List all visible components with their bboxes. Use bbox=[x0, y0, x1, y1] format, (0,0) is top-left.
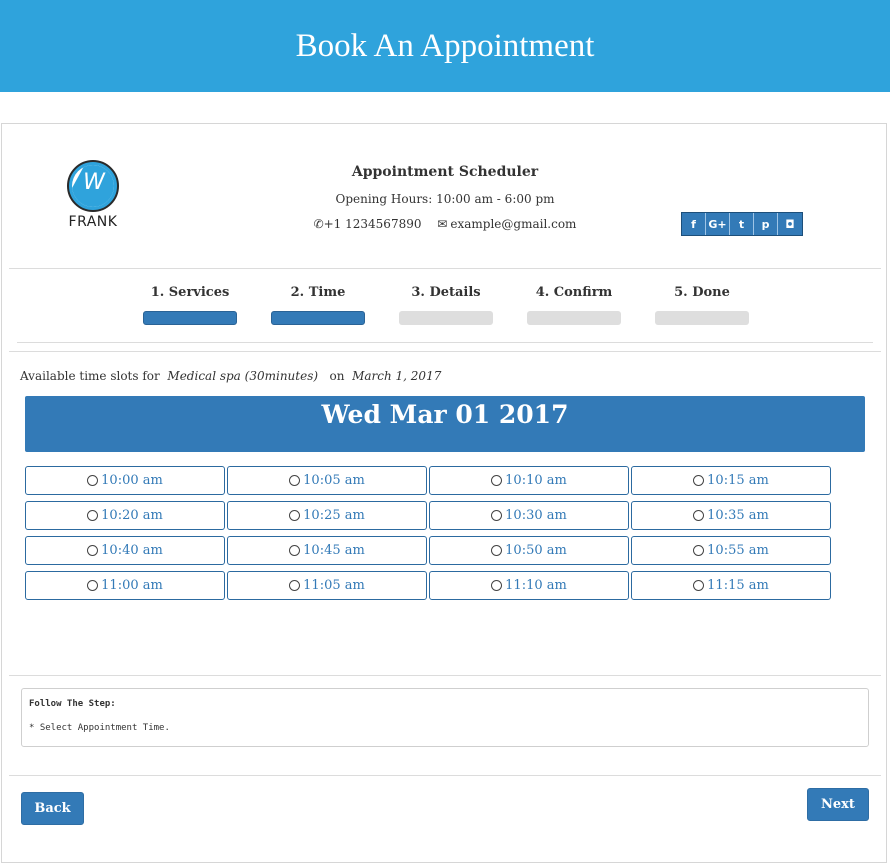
instructions-heading: Follow The Step: bbox=[29, 699, 116, 709]
radio-icon bbox=[289, 580, 301, 591]
radio-icon bbox=[693, 510, 705, 521]
step-label: 3. Details bbox=[411, 285, 481, 300]
radio-icon bbox=[693, 545, 705, 556]
time-slot[interactable]: 10:45 am bbox=[227, 536, 427, 565]
time-slot[interactable]: 11:10 am bbox=[429, 571, 629, 600]
social-links: f G+ t p ◘ bbox=[681, 212, 803, 236]
radio-icon bbox=[693, 580, 705, 591]
instructions-box: Follow The Step: * Select Appointment Ti… bbox=[21, 688, 869, 747]
selected-date: March 1, 2017 bbox=[352, 369, 442, 383]
brand-name: FRANK bbox=[68, 214, 118, 230]
email: ✉ example@gmail.com bbox=[437, 217, 577, 231]
instagram-icon[interactable]: ◘ bbox=[778, 213, 802, 235]
business-logo: W FRANK bbox=[64, 160, 122, 230]
time-slot[interactable]: 10:10 am bbox=[429, 466, 629, 495]
logo-mark: W bbox=[83, 170, 105, 195]
time-slot[interactable]: 10:25 am bbox=[227, 501, 427, 530]
radio-icon bbox=[289, 545, 301, 556]
time-slot[interactable]: 10:20 am bbox=[25, 501, 225, 530]
divider bbox=[9, 675, 881, 676]
date-heading-bar: Wed Mar 01 2017 bbox=[25, 396, 865, 452]
time-slot[interactable]: 10:40 am bbox=[25, 536, 225, 565]
radio-icon bbox=[87, 510, 99, 521]
divider bbox=[9, 351, 881, 352]
step-bar bbox=[271, 311, 365, 325]
date-heading: Wed Mar 01 2017 bbox=[321, 400, 569, 429]
logo-badge-icon: W bbox=[67, 160, 119, 212]
step-label: 1. Services bbox=[150, 285, 230, 300]
radio-icon bbox=[289, 510, 301, 521]
contact-line: ✆+1 1234567890 ✉ example@gmail.com bbox=[300, 217, 590, 231]
step-label: 2. Time bbox=[290, 285, 346, 300]
facebook-icon[interactable]: f bbox=[682, 213, 706, 235]
page-header: Book An Appointment bbox=[0, 0, 890, 92]
phone-icon: ✆ bbox=[313, 217, 324, 231]
divider bbox=[17, 342, 873, 343]
page-title: Book An Appointment bbox=[295, 27, 595, 64]
step-bar bbox=[399, 311, 493, 325]
phone: ✆+1 1234567890 bbox=[313, 217, 422, 231]
time-slot[interactable]: 10:00 am bbox=[25, 466, 225, 495]
radio-icon bbox=[87, 475, 99, 486]
time-slot[interactable]: 11:15 am bbox=[631, 571, 831, 600]
step-time: 2. Time bbox=[271, 285, 399, 325]
step-label: 4. Confirm bbox=[535, 285, 613, 300]
service-name: Medical spa (30minutes) bbox=[167, 369, 319, 383]
radio-icon bbox=[87, 545, 99, 556]
pinterest-icon[interactable]: p bbox=[754, 213, 778, 235]
time-slot[interactable]: 10:05 am bbox=[227, 466, 427, 495]
progress-steps: 1. Services 2. Time 3. Details 4. Confir… bbox=[143, 285, 783, 325]
radio-icon bbox=[491, 545, 503, 556]
step-bar bbox=[143, 311, 237, 325]
step-label: 5. Done bbox=[674, 285, 730, 300]
availability-text: Available time slots for Medical spa (30… bbox=[20, 369, 442, 383]
time-slot[interactable]: 10:30 am bbox=[429, 501, 629, 530]
time-slot[interactable]: 10:55 am bbox=[631, 536, 831, 565]
radio-icon bbox=[289, 475, 301, 486]
divider bbox=[9, 268, 881, 269]
radio-icon bbox=[491, 510, 503, 521]
time-slot[interactable]: 11:00 am bbox=[25, 571, 225, 600]
opening-hours: Opening Hours: 10:00 am - 6:00 pm bbox=[335, 192, 555, 206]
radio-icon bbox=[693, 475, 705, 486]
time-slot[interactable]: 10:15 am bbox=[631, 466, 831, 495]
step-bar bbox=[527, 311, 621, 325]
business-info: Appointment Scheduler Opening Hours: 10:… bbox=[300, 164, 590, 231]
envelope-icon: ✉ bbox=[437, 217, 448, 231]
step-done: 5. Done bbox=[655, 285, 783, 325]
time-slot[interactable]: 11:05 am bbox=[227, 571, 427, 600]
instructions-text: * Select Appointment Time. bbox=[29, 723, 170, 733]
radio-icon bbox=[87, 580, 99, 591]
next-button[interactable]: Next bbox=[807, 788, 869, 821]
radio-icon bbox=[491, 475, 503, 486]
step-confirm: 4. Confirm bbox=[527, 285, 655, 325]
step-details: 3. Details bbox=[399, 285, 527, 325]
step-services: 1. Services bbox=[143, 285, 271, 325]
business-name: Appointment Scheduler bbox=[351, 164, 539, 180]
google-plus-icon[interactable]: G+ bbox=[706, 213, 730, 235]
twitter-icon[interactable]: t bbox=[730, 213, 754, 235]
back-button[interactable]: Back bbox=[21, 792, 84, 825]
radio-icon bbox=[491, 580, 503, 591]
time-slot[interactable]: 10:35 am bbox=[631, 501, 831, 530]
time-slot-grid: 10:00 am 10:05 am 10:10 am 10:15 am 10:2… bbox=[25, 466, 833, 606]
time-slot[interactable]: 10:50 am bbox=[429, 536, 629, 565]
step-bar bbox=[655, 311, 749, 325]
divider bbox=[9, 775, 881, 776]
